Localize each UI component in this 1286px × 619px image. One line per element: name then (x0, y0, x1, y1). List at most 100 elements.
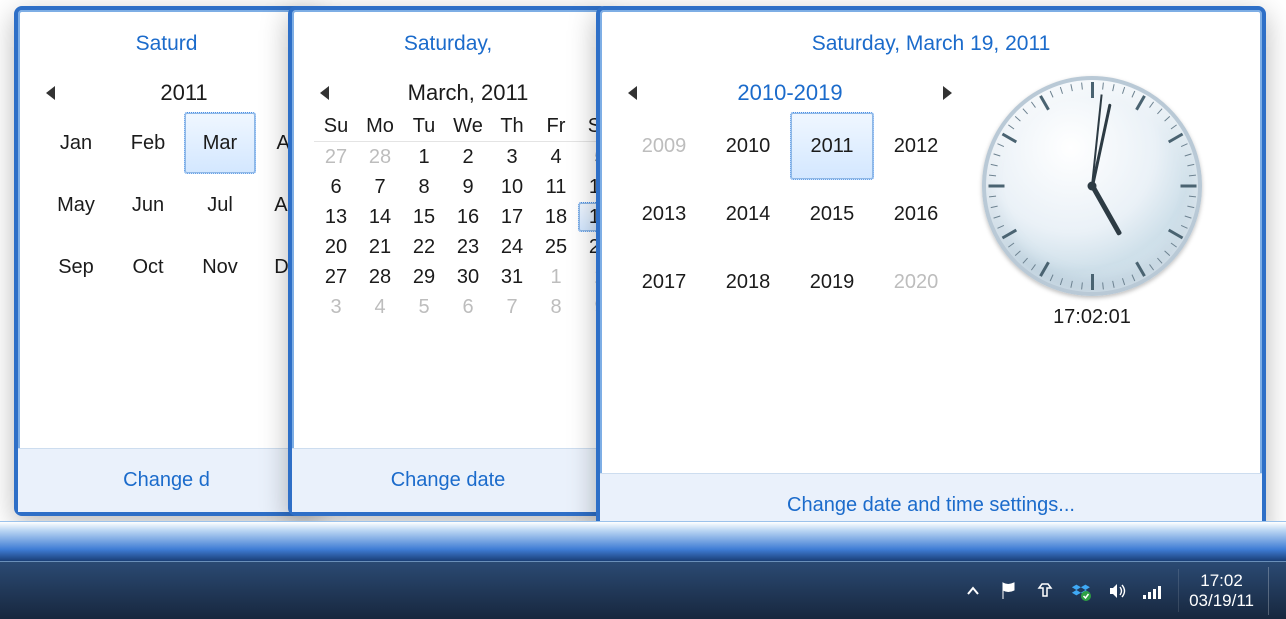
show-desktop-button[interactable] (1268, 567, 1280, 615)
day-cell[interactable]: 11 (534, 172, 578, 202)
day-cell[interactable]: 2 (446, 142, 490, 172)
day-cell[interactable]: 6 (314, 172, 358, 202)
next-arrow-icon[interactable] (943, 86, 952, 100)
year-cell[interactable]: 2010 (706, 112, 790, 180)
year-cell[interactable]: 2011 (790, 112, 874, 180)
year-cell[interactable]: 2013 (622, 180, 706, 248)
wifi-signal-icon[interactable] (1142, 580, 1164, 602)
day-cell[interactable]: 10 (490, 172, 534, 202)
calendar-title[interactable]: 2010-2019 (737, 80, 842, 106)
day-cell[interactable]: 23 (446, 232, 490, 262)
year-cell[interactable]: 2014 (706, 180, 790, 248)
day-cell[interactable]: 7 (358, 172, 402, 202)
month-cell[interactable]: May (40, 174, 112, 236)
day-cell[interactable]: 13 (314, 202, 358, 232)
calendar-title[interactable]: March, 2011 (408, 80, 529, 106)
hour-hand (1090, 185, 1122, 236)
day-cell[interactable]: 3 (490, 142, 534, 172)
day-cell[interactable]: 4 (534, 142, 578, 172)
day-cell[interactable]: 7 (490, 292, 534, 322)
day-cell[interactable]: 22 (402, 232, 446, 262)
volume-icon[interactable] (1106, 580, 1128, 602)
dropbox-icon[interactable] (1070, 580, 1092, 602)
calendar-month-view: March, 2011 SuMoTuWeThFrSa27281234567891… (314, 76, 622, 430)
day-cell[interactable]: 24 (490, 232, 534, 262)
weekday-header: Su (314, 112, 358, 142)
month-cell[interactable]: Feb (112, 112, 184, 174)
popup-date-title: Saturday, March 19, 2011 (600, 10, 1262, 62)
calendar-nav: March, 2011 (314, 76, 622, 112)
weekday-header: Mo (358, 112, 402, 142)
year-cell[interactable]: 2020 (874, 248, 958, 316)
day-cell[interactable]: 28 (358, 262, 402, 292)
month-cell[interactable]: Jul (184, 174, 256, 236)
day-cell[interactable]: 9 (446, 172, 490, 202)
weekday-header: Tu (402, 112, 446, 142)
day-cell[interactable]: 29 (402, 262, 446, 292)
day-cell[interactable]: 17 (490, 202, 534, 232)
prev-arrow-icon[interactable] (628, 86, 637, 100)
weekday-header: We (446, 112, 490, 142)
calendar-nav: 2010-2019 (622, 76, 958, 112)
month-cell[interactable]: Sep (40, 236, 112, 298)
day-cell[interactable]: 8 (534, 292, 578, 322)
popup-footer: Change date (292, 448, 604, 512)
day-cell[interactable]: 3 (314, 292, 358, 322)
year-cell[interactable]: 2019 (790, 248, 874, 316)
year-cell[interactable]: 2012 (874, 112, 958, 180)
day-cell[interactable]: 14 (358, 202, 402, 232)
day-cell[interactable]: 20 (314, 232, 358, 262)
clock-hub (1088, 182, 1097, 191)
tray-date: 03/19/11 (1189, 591, 1254, 611)
datetime-popup-year-view: Saturd 2011 JanFebMarAprMayJunJulAugSepO… (14, 6, 319, 516)
tray-expand-icon[interactable] (962, 580, 984, 602)
day-cell[interactable]: 15 (402, 202, 446, 232)
day-cell[interactable]: 1 (534, 262, 578, 292)
calendar-title[interactable]: 2011 (160, 80, 207, 106)
day-cell[interactable]: 6 (446, 292, 490, 322)
month-cell[interactable]: Nov (184, 236, 256, 298)
month-cell[interactable]: Oct (112, 236, 184, 298)
day-cell[interactable]: 8 (402, 172, 446, 202)
day-cell[interactable]: 27 (314, 262, 358, 292)
weekday-header: Fr (534, 112, 578, 142)
clock-face (982, 76, 1202, 296)
day-cell[interactable]: 27 (314, 142, 358, 172)
day-cell[interactable]: 25 (534, 232, 578, 262)
year-cell[interactable]: 2015 (790, 180, 874, 248)
power-icon[interactable] (1034, 580, 1056, 602)
day-cell[interactable]: 21 (358, 232, 402, 262)
popup-footer: Change d (18, 448, 315, 512)
prev-arrow-icon[interactable] (320, 86, 329, 100)
day-cell[interactable]: 4 (358, 292, 402, 322)
change-settings-link[interactable]: Change d (123, 469, 210, 491)
month-cell[interactable]: Jan (40, 112, 112, 174)
day-cell[interactable]: 5 (402, 292, 446, 322)
prev-arrow-icon[interactable] (46, 86, 55, 100)
month-cell[interactable]: Jun (112, 174, 184, 236)
year-cell[interactable]: 2016 (874, 180, 958, 248)
years-grid: 2009201020112012 2013201420152016 20172018… (622, 112, 958, 316)
day-cell[interactable]: 28 (358, 142, 402, 172)
day-cell[interactable]: 18 (534, 202, 578, 232)
taskbar-reflection (0, 521, 1286, 561)
year-cell[interactable]: 2018 (706, 248, 790, 316)
change-settings-link[interactable]: Change date and time settings... (787, 494, 1075, 516)
weekday-header: Th (490, 112, 534, 142)
day-cell[interactable]: 30 (446, 262, 490, 292)
month-cell[interactable]: Mar (184, 112, 256, 174)
day-cell[interactable]: 16 (446, 202, 490, 232)
day-cell[interactable]: 1 (402, 142, 446, 172)
datetime-popup-decade-view: Saturday, March 19, 2011 2010-2019 20092… (596, 6, 1266, 541)
taskbar-clock[interactable]: 17:02 03/19/11 (1178, 569, 1264, 612)
day-cell[interactable]: 31 (490, 262, 534, 292)
months-grid: JanFebMarAprMayJunJulAugSepOctNovDec (40, 112, 328, 298)
tray-time: 17:02 (1200, 571, 1243, 591)
change-settings-link[interactable]: Change date (391, 469, 506, 491)
popup-date-title: Saturday, (292, 10, 604, 62)
action-center-flag-icon[interactable] (998, 580, 1020, 602)
taskbar: 17:02 03/19/11 (0, 561, 1286, 619)
year-cell[interactable]: 2017 (622, 248, 706, 316)
year-cell[interactable]: 2009 (622, 112, 706, 180)
calendar-year-view: 2011 JanFebMarAprMayJunJulAugSepOctNovDe… (40, 76, 328, 430)
